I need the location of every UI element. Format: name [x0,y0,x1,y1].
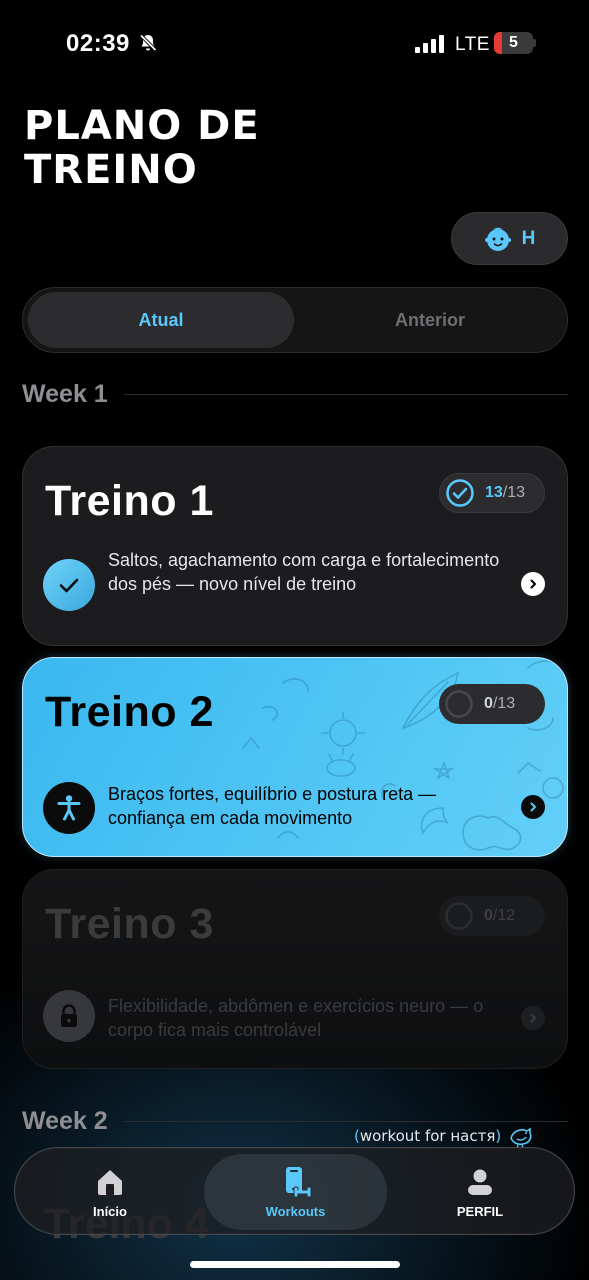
current-status [43,782,95,834]
chevron-right-icon [530,802,536,812]
battery-indicator: 5 [494,32,536,54]
progress-badge: 0/13 [439,684,545,724]
progress-badge: 13/13 [439,473,545,513]
week-label: Week 2 [22,1106,108,1135]
segment-current[interactable]: Atual [28,292,294,348]
battery-level: 5 [509,34,518,51]
tab-label: Workouts [265,1203,326,1219]
workout-description: Saltos, agachamento com carga e fortalec… [108,550,500,594]
divider [123,393,568,395]
week-label: Week 1 [22,379,108,408]
workout-card-2[interactable]: Treino 2 0/13 Braços fortes, equilíbrio … [22,657,568,857]
dedication-label: (workout for настя) [354,1124,535,1148]
tab-workouts[interactable]: Workouts [204,1154,387,1230]
cellular-signal-icon [415,35,444,53]
baby-face-icon [484,227,511,251]
tab-label: Início [93,1203,127,1219]
workout-description: Flexibilidade, abdômen e exercícios neur… [108,996,484,1040]
progress-total: /12 [492,907,516,924]
home-indicator [190,1261,400,1268]
person-accessibility-icon [57,795,81,821]
check-circle-icon [446,479,474,507]
person-icon [468,1169,492,1195]
open-workout-button[interactable] [521,1006,545,1030]
open-workout-button[interactable] [521,795,545,819]
completed-status [43,559,95,611]
lock-icon [61,1004,77,1027]
tab-profile[interactable]: PERFIL [389,1154,571,1230]
chevron-right-icon [530,1013,536,1023]
workout-card-3[interactable]: Treino 3 0/12 Flexibilidade, abdômen e e… [22,869,568,1069]
status-time: 02:39 [66,30,130,57]
workout-description: Braços fortes, equilíbrio e postura reta… [108,784,437,828]
progress-ring-icon [445,690,473,718]
workout-card-1[interactable]: Treino 1 13/13 Saltos, agachamento com c… [22,446,568,646]
house-icon [98,1169,122,1195]
workout-title: Treino 3 [45,900,214,948]
locked-status [43,990,95,1042]
checkmark-icon [59,578,79,593]
progress-badge: 0/12 [439,896,545,936]
divider [123,1120,568,1122]
progress-total: /13 [492,695,516,712]
tab-home[interactable]: Início [19,1154,201,1230]
bird-icon [510,1127,532,1148]
segment-previous[interactable]: Anterior [297,292,563,348]
chevron-right-icon [530,579,536,589]
progress-done: 0 [484,907,493,924]
profile-switch-button[interactable]: H [451,212,568,265]
open-workout-button[interactable] [521,572,545,596]
week-header-1: Week 1 [22,379,568,409]
app-screen: 02:39 LTE 5 PLANO DE TREINO H Atual Ante… [0,0,589,1280]
network-type: LTE [455,34,490,55]
status-bar: 02:39 LTE 5 [0,0,589,90]
tab-label: PERFIL [456,1203,504,1219]
workout-title: Treino 1 [45,477,214,525]
tab-bar: Início Workouts PERFIL [14,1147,575,1235]
workout-title: Treino 2 [45,688,214,736]
progress-done: 13 [485,484,503,501]
plan-period-segmented-control: Atual Anterior [22,287,568,353]
phone-dumbbell-icon [285,1166,311,1197]
dedication-text: workout for настя [359,1127,496,1145]
avatar-letter: H [521,227,536,249]
page-title: PLANO DE TREINO [24,103,260,193]
bell-slash-icon [139,34,157,52]
progress-total: /13 [502,484,526,501]
progress-ring-icon [445,902,473,930]
progress-done: 0 [484,695,493,712]
